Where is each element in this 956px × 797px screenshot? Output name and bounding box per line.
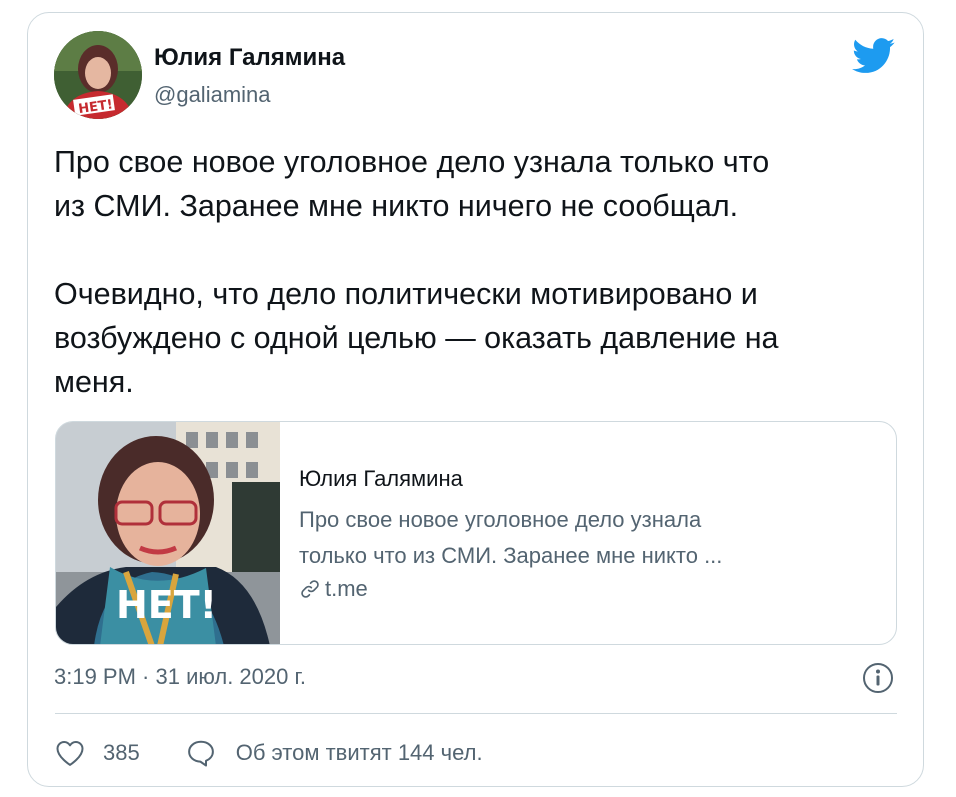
twitter-bird-icon[interactable]	[852, 38, 896, 74]
link-preview-card[interactable]: НЕТ! Юлия Галямина Про свое новое уголов…	[55, 421, 897, 645]
link-icon	[301, 580, 319, 598]
reply-button[interactable]: Об этом твитят 144 чел.	[186, 739, 483, 767]
link-title: Юлия Галямина	[299, 466, 463, 491]
link-domain: t.me	[299, 576, 368, 602]
reply-label: Об этом твитят 144 чел.	[235, 740, 483, 765]
author-handle[interactable]: @galiamina	[154, 82, 271, 108]
like-button[interactable]: 385	[55, 739, 140, 767]
info-icon[interactable]	[862, 662, 894, 694]
link-description: Про свое новое уголовное дело узнала тол…	[299, 502, 819, 574]
author-name[interactable]: Юлия Галямина	[154, 44, 345, 72]
link-thumbnail-photo: НЕТ!	[56, 422, 280, 644]
tweet-actions: 385 Об этом твитят 144 чел.	[55, 733, 483, 773]
tweet-text: Про свое новое уголовное дело узнала тол…	[54, 140, 904, 404]
like-count: 385	[103, 740, 140, 765]
link-description-text: Про свое новое уголовное дело узнала тол…	[299, 507, 723, 568]
thumbnail-text: НЕТ!	[116, 583, 217, 627]
tweet-paragraph: Про свое новое уголовное дело узнала тол…	[54, 145, 770, 223]
link-thumbnail: НЕТ!	[56, 422, 280, 644]
link-domain-text: t.me	[325, 576, 368, 601]
author-avatar[interactable]: НЕТ!	[54, 31, 142, 119]
tweet-paragraph: Очевидно, что дело политически мотивиров…	[54, 277, 779, 399]
speech-bubble-icon	[187, 740, 214, 767]
avatar-photo: НЕТ!	[54, 31, 142, 119]
tweet-timestamp[interactable]: 3:19 PM · 31 июл. 2020 г.	[54, 664, 306, 690]
divider	[55, 713, 897, 714]
heart-icon	[56, 741, 84, 766]
